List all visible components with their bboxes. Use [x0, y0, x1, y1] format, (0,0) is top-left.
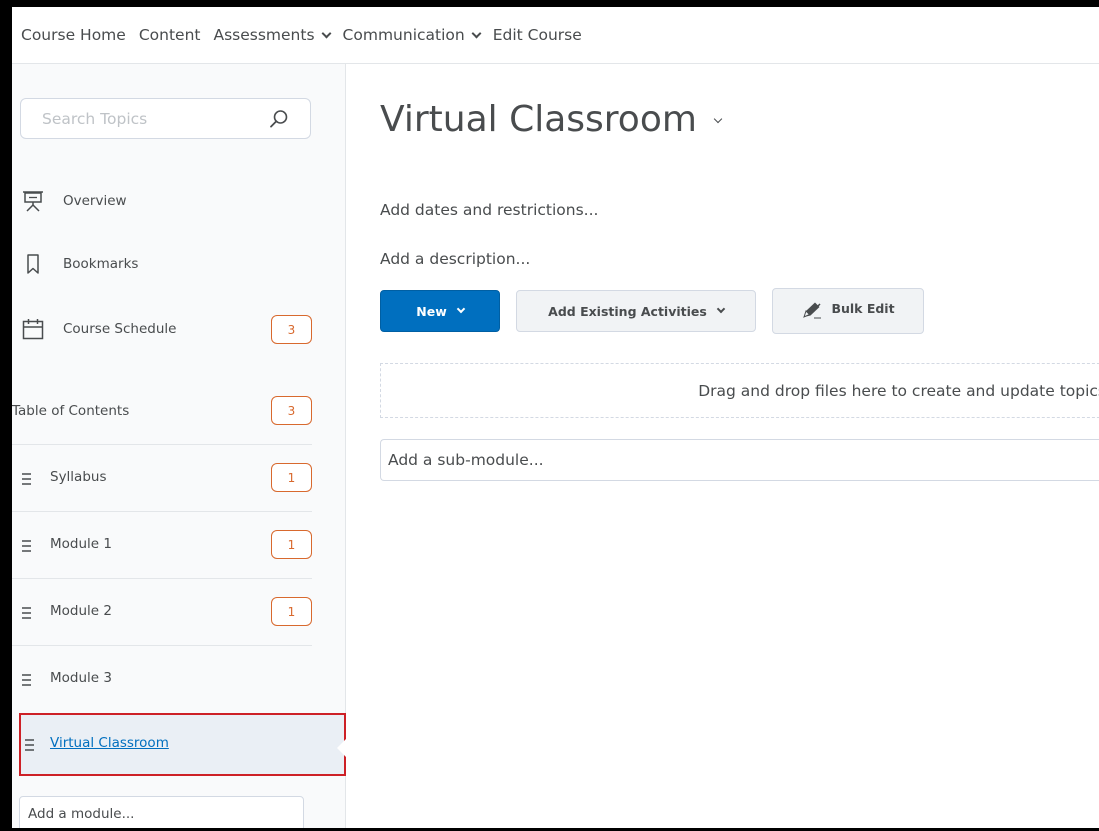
nav-assessments[interactable]: Assessments [213, 26, 331, 44]
nav-edit-course-label: Edit Course [492, 26, 582, 44]
new-button-label: New [416, 303, 447, 319]
unread-count-badge: 3 [271, 315, 312, 344]
sidebar-module-module-3[interactable]: Module 3 [12, 646, 312, 713]
sidebar-item-label: Table of Contents [12, 403, 130, 419]
drag-handle-icon[interactable] [21, 672, 37, 686]
drag-handle-icon[interactable] [24, 737, 40, 751]
selected-module-link[interactable]: Virtual Classroom [50, 735, 169, 751]
drag-handle-icon[interactable] [21, 471, 37, 485]
sidebar-item-bookmarks[interactable]: Bookmarks [12, 253, 312, 277]
new-button[interactable]: New [380, 290, 500, 332]
bookmark-icon [22, 253, 44, 275]
pencil-icon [801, 301, 823, 319]
app-window: Course Home Content Assessments Communic… [0, 0, 1099, 831]
add-existing-activities-button[interactable]: Add Existing Activities [516, 290, 756, 332]
page-title-text: Virtual Classroom [380, 99, 697, 140]
sidebar-module-syllabus[interactable]: Syllabus 1 [12, 445, 312, 512]
content-sidebar: Overview Bookmarks Course Schedule 3 Tab… [12, 64, 346, 828]
nav-content-label: Content [138, 26, 201, 44]
search-topics-box [20, 98, 311, 139]
bulk-edit-button[interactable]: Bulk Edit [772, 288, 924, 334]
calendar-icon [22, 318, 44, 340]
add-module-placeholder: Add a module... [28, 806, 135, 822]
module-label: Module 1 [50, 536, 112, 552]
unread-count-badge: 1 [271, 530, 312, 559]
add-dates-restrictions-link[interactable]: Add dates and restrictions... [380, 201, 598, 219]
sidebar-item-label: Bookmarks [63, 256, 139, 272]
module-label: Syllabus [50, 469, 107, 485]
nav-edit-course[interactable]: Edit Course [493, 26, 582, 44]
nav-content[interactable]: Content [139, 26, 201, 44]
add-module-input[interactable]: Add a module... [19, 796, 304, 828]
chevron-down-icon [471, 28, 482, 38]
chevron-down-icon[interactable] [713, 114, 723, 123]
chevron-down-icon [716, 304, 726, 314]
nav-course-home-label: Course Home [21, 26, 126, 44]
sidebar-item-label: Course Schedule [63, 321, 177, 337]
drag-handle-icon[interactable] [21, 605, 37, 619]
add-description-link[interactable]: Add a description... [380, 250, 530, 268]
course-navbar: Course Home Content Assessments Communic… [12, 7, 1099, 64]
sidebar-module-module-2[interactable]: Module 2 1 [12, 579, 312, 646]
drag-handle-icon[interactable] [21, 538, 37, 552]
add-submodule-input[interactable]: Add a sub-module... [380, 439, 1099, 481]
presentation-board-icon [22, 190, 44, 212]
page-title[interactable]: Virtual Classroom [380, 99, 723, 140]
selection-pointer [337, 739, 346, 757]
sidebar-item-table-of-contents[interactable]: Table of Contents 3 [12, 374, 312, 445]
unread-count-badge: 1 [271, 463, 312, 492]
nav-communication[interactable]: Communication [342, 26, 482, 44]
module-content-area: Virtual Classroom Add dates and restrict… [347, 64, 1099, 828]
module-label: Module 2 [50, 603, 112, 619]
add-submodule-placeholder: Add a sub-module... [388, 451, 544, 469]
nav-assessments-label: Assessments [213, 26, 315, 44]
add-existing-activities-label: Add Existing Activities [548, 303, 707, 319]
drop-zone-text: Drag and drop files here to create and u… [698, 381, 1099, 400]
nav-communication-label: Communication [342, 26, 465, 44]
search-icon[interactable] [269, 109, 289, 129]
nav-course-home[interactable]: Course Home [21, 26, 126, 44]
search-topics-input[interactable] [21, 99, 261, 138]
chevron-down-icon [321, 28, 331, 38]
sidebar-module-virtual-classroom[interactable]: Virtual Classroom [19, 713, 346, 776]
module-label: Module 3 [50, 670, 112, 686]
bulk-edit-label: Bulk Edit [831, 301, 895, 316]
unread-count-badge: 1 [271, 597, 312, 626]
unread-count-badge: 3 [271, 396, 312, 425]
chevron-down-icon [456, 304, 465, 314]
sidebar-item-course-schedule[interactable]: Course Schedule 3 [12, 314, 312, 346]
sidebar-item-overview[interactable]: Overview [12, 190, 312, 214]
file-drop-zone[interactable]: Drag and drop files here to create and u… [380, 363, 1099, 418]
sidebar-item-label: Overview [63, 193, 127, 209]
sidebar-module-module-1[interactable]: Module 1 1 [12, 512, 312, 579]
